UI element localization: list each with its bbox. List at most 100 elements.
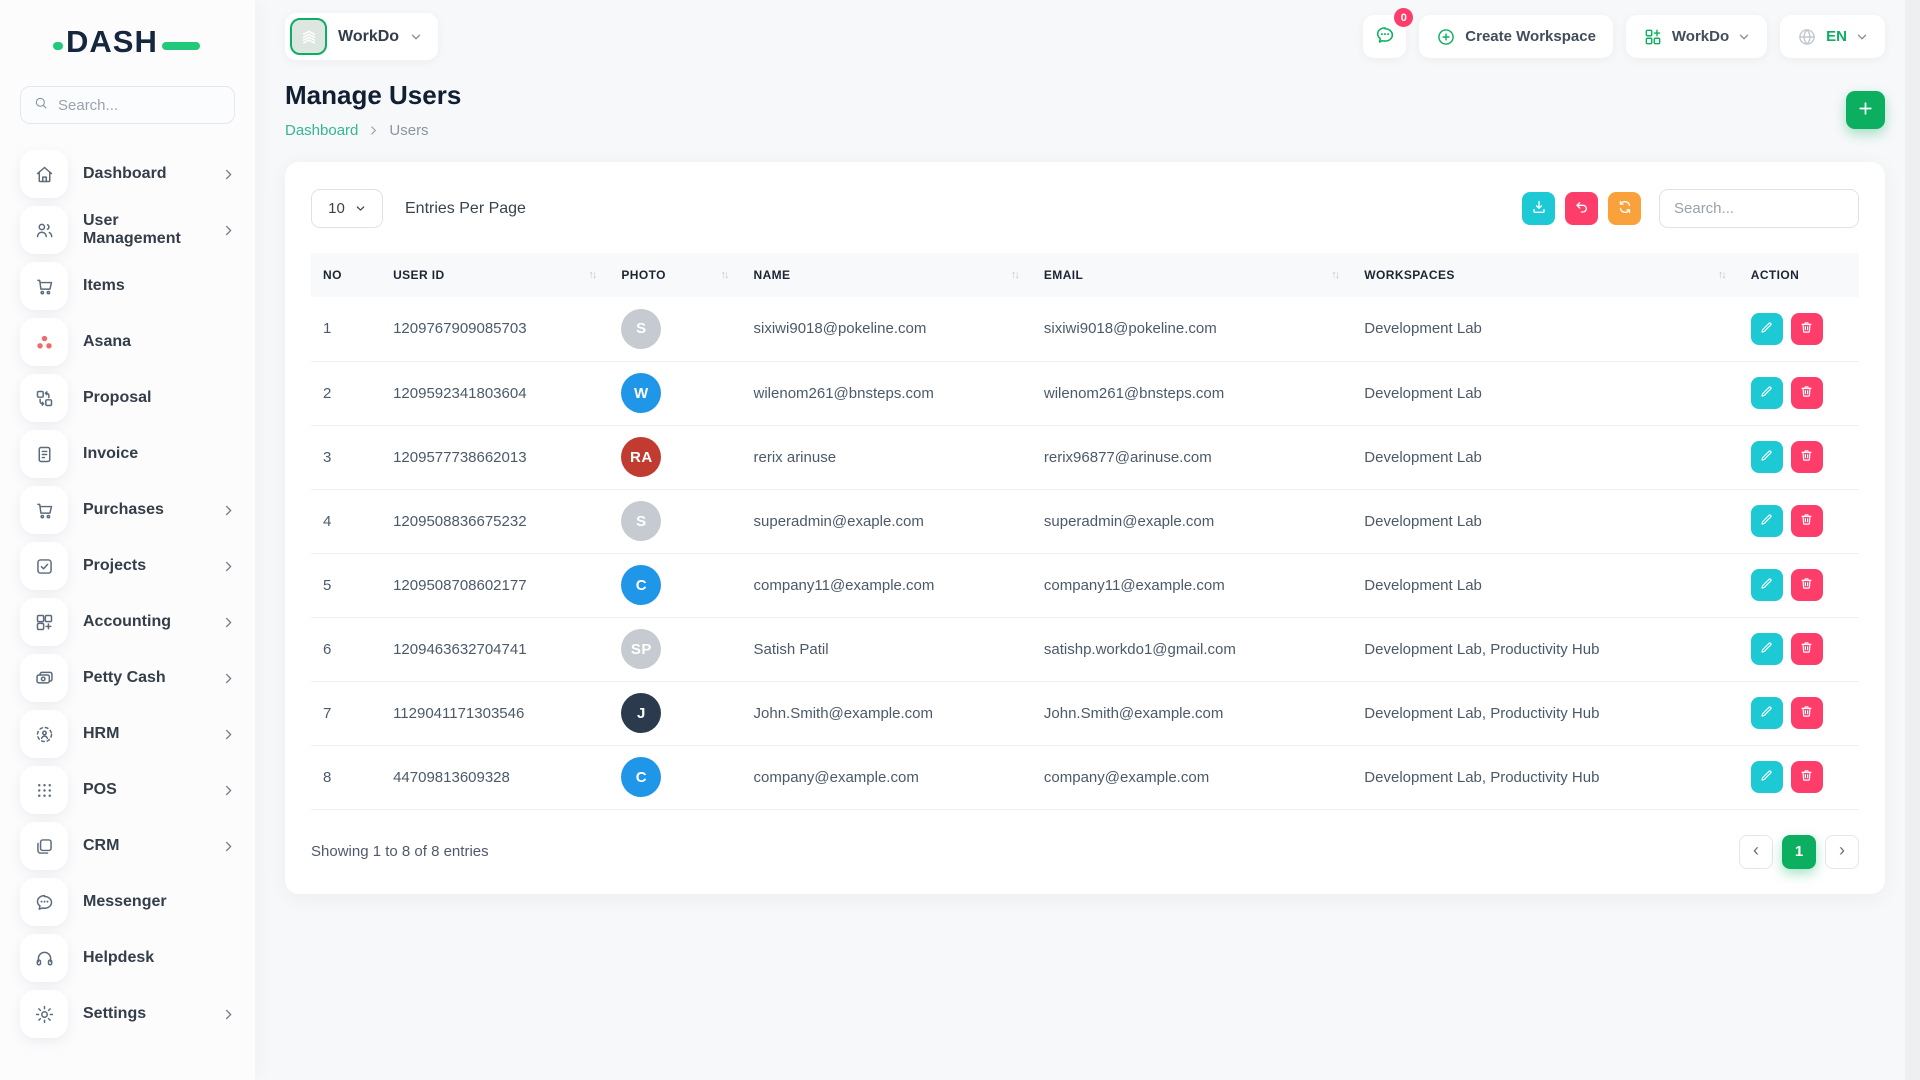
- sidebar-item-dashboard[interactable]: Dashboard: [20, 150, 235, 198]
- avatar: RA: [621, 437, 661, 477]
- page-scrollbar[interactable]: [1905, 0, 1920, 1080]
- plus-circle-icon: [1436, 27, 1456, 47]
- workspaces-cell: Development Lab, Productivity Hub: [1352, 681, 1738, 745]
- pencil-icon: [1759, 640, 1774, 658]
- workspace-switcher-button[interactable]: WorkDo: [285, 13, 438, 60]
- sidebar-item-messenger[interactable]: Messenger: [20, 878, 235, 926]
- edit-user-button[interactable]: [1751, 313, 1783, 345]
- column-header-name[interactable]: NAME↑↓: [742, 253, 1032, 297]
- delete-user-button[interactable]: [1791, 377, 1823, 409]
- column-header-no: NO: [311, 253, 381, 297]
- sidebar-item-accounting[interactable]: Accounting: [20, 598, 235, 646]
- edit-user-button[interactable]: [1751, 633, 1783, 665]
- pencil-icon: [1759, 384, 1774, 402]
- edit-user-button[interactable]: [1751, 697, 1783, 729]
- asana-icon: [20, 318, 68, 366]
- gear-icon: [20, 990, 68, 1038]
- sort-icon: ↑↓: [1011, 269, 1018, 281]
- delete-user-button[interactable]: [1791, 569, 1823, 601]
- edit-user-button[interactable]: [1751, 377, 1783, 409]
- sidebar-item-helpdesk[interactable]: Helpdesk: [20, 934, 235, 982]
- current-page-button[interactable]: 1: [1782, 835, 1816, 869]
- app-logo[interactable]: DASH: [66, 24, 216, 66]
- sidebar-item-user-management[interactable]: User Management: [20, 206, 235, 254]
- sidebar-item-settings[interactable]: Settings: [20, 990, 235, 1038]
- sidebar-item-proposal[interactable]: Proposal: [20, 374, 235, 422]
- delete-user-button[interactable]: [1791, 633, 1823, 665]
- sidebar: DASH Dashboard User Management Items Asa…: [0, 0, 255, 1080]
- cart-icon: [20, 486, 68, 534]
- action-cell: [1739, 489, 1859, 553]
- refresh-icon: [1617, 199, 1633, 218]
- chevron-right-icon: [222, 168, 235, 181]
- page-header: Manage Users Dashboard Users: [285, 80, 1885, 139]
- refresh-button[interactable]: [1608, 192, 1641, 225]
- row-number-cell: 4: [311, 489, 381, 553]
- table-search-input[interactable]: [1659, 189, 1859, 228]
- table-body: 1 1209767909085703 S sixiwi9018@pokeline…: [311, 297, 1859, 809]
- name-cell: rerix arinuse: [742, 425, 1032, 489]
- edit-user-button[interactable]: [1751, 505, 1783, 537]
- row-number-cell: 6: [311, 617, 381, 681]
- sidebar-item-crm[interactable]: CRM: [20, 822, 235, 870]
- reset-button[interactable]: [1565, 192, 1598, 225]
- pencil-icon: [1759, 576, 1774, 594]
- sort-icon: ↑↓: [721, 269, 728, 281]
- delete-user-button[interactable]: [1791, 697, 1823, 729]
- column-header-workspaces[interactable]: WORKSPACES↑↓: [1352, 253, 1738, 297]
- edit-user-button[interactable]: [1751, 761, 1783, 793]
- pagination: ‹ 1 ›: [1739, 835, 1859, 869]
- invoice-icon: [20, 430, 68, 478]
- workspaces-cell: Development Lab: [1352, 297, 1738, 361]
- sidebar-item-purchases[interactable]: Purchases: [20, 486, 235, 534]
- column-header-photo[interactable]: PHOTO↑↓: [609, 253, 741, 297]
- pencil-icon: [1759, 704, 1774, 722]
- user-id-cell: 1209577738662013: [381, 425, 609, 489]
- name-cell: company11@example.com: [742, 553, 1032, 617]
- workdo-menu-button[interactable]: WorkDo: [1626, 15, 1767, 58]
- previous-page-button[interactable]: ‹: [1739, 835, 1773, 869]
- edit-user-button[interactable]: [1751, 441, 1783, 473]
- page-title: Manage Users: [285, 80, 461, 111]
- table-row: 3 1209577738662013 RA rerix arinuse reri…: [311, 425, 1859, 489]
- download-icon: [1531, 199, 1547, 218]
- delete-user-button[interactable]: [1791, 441, 1823, 473]
- email-cell: company@example.com: [1032, 745, 1352, 809]
- sidebar-search-input[interactable]: [58, 97, 222, 114]
- cash-icon: [20, 654, 68, 702]
- sidebar-item-invoice[interactable]: Invoice: [20, 430, 235, 478]
- email-cell: John.Smith@example.com: [1032, 681, 1352, 745]
- column-header-user-id[interactable]: USER ID↑↓: [381, 253, 609, 297]
- sidebar-item-items[interactable]: Items: [20, 262, 235, 310]
- add-user-button[interactable]: [1846, 91, 1885, 129]
- create-workspace-button[interactable]: Create Workspace: [1419, 15, 1613, 58]
- action-cell: [1739, 745, 1859, 809]
- entries-per-page-select[interactable]: 10: [311, 189, 383, 228]
- sidebar-item-petty-cash[interactable]: Petty Cash: [20, 654, 235, 702]
- edit-user-button[interactable]: [1751, 569, 1783, 601]
- language-selector[interactable]: EN: [1780, 15, 1885, 58]
- workspaces-cell: Development Lab: [1352, 489, 1738, 553]
- user-id-cell: 1209508708602177: [381, 553, 609, 617]
- export-button[interactable]: [1522, 192, 1555, 225]
- column-header-email[interactable]: EMAIL↑↓: [1032, 253, 1352, 297]
- avatar: S: [621, 501, 661, 541]
- messages-button[interactable]: 0: [1363, 15, 1406, 58]
- chevron-right-icon: [222, 784, 235, 797]
- delete-user-button[interactable]: [1791, 313, 1823, 345]
- action-cell: [1739, 617, 1859, 681]
- sidebar-item-projects[interactable]: Projects: [20, 542, 235, 590]
- sidebar-item-asana[interactable]: Asana: [20, 318, 235, 366]
- home-icon: [20, 150, 68, 198]
- name-cell: sixiwi9018@pokeline.com: [742, 297, 1032, 361]
- trash-icon: [1799, 704, 1814, 722]
- breadcrumb-dashboard-link[interactable]: Dashboard: [285, 122, 358, 139]
- sidebar-item-pos[interactable]: POS: [20, 766, 235, 814]
- name-cell: superadmin@exaple.com: [742, 489, 1032, 553]
- sidebar-item-hrm[interactable]: HRM: [20, 710, 235, 758]
- delete-user-button[interactable]: [1791, 505, 1823, 537]
- action-cell: [1739, 297, 1859, 361]
- logo-dash: [162, 42, 200, 50]
- delete-user-button[interactable]: [1791, 761, 1823, 793]
- next-page-button[interactable]: ›: [1825, 835, 1859, 869]
